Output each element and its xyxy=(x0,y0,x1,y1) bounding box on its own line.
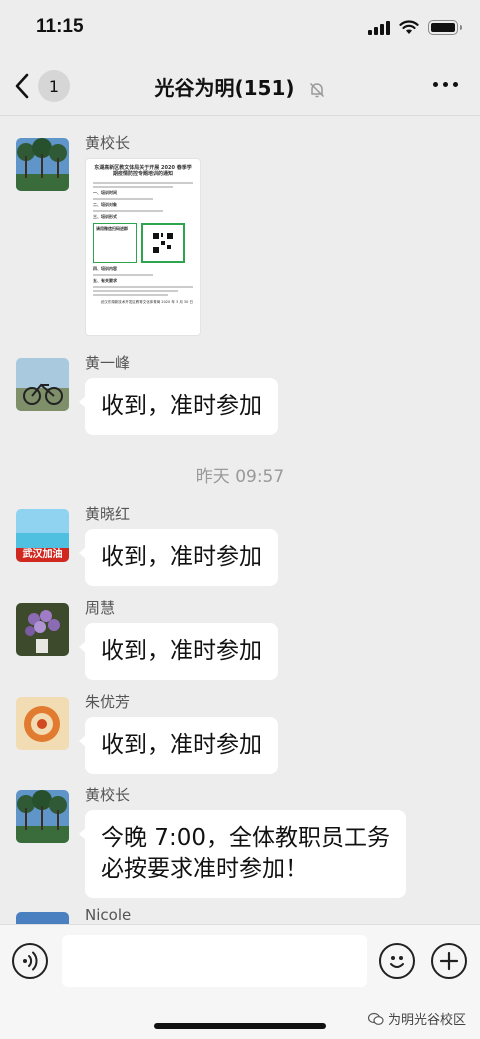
doc-title: 东湖高新区教文体局关于开展 2020 春季学期疫情防控专题培训的通知 xyxy=(94,165,192,177)
doc-section-4: 四、培训内容 xyxy=(93,266,117,271)
avatar-badge: 武汉加油 xyxy=(22,549,63,560)
message-bubble[interactable]: 收到，准时参加 xyxy=(79,623,278,680)
chat-title-wrap: 光谷为明(151) xyxy=(0,72,480,101)
message-bubble[interactable]: 收到，准时参加 xyxy=(79,717,278,774)
sender-name: 黄一峰 xyxy=(85,354,131,372)
sender-name: Nicole xyxy=(85,906,132,924)
document-image[interactable]: 东湖高新区教文体局关于开展 2020 春季学期疫情防控专题培训的通知 一、培训时… xyxy=(85,158,201,336)
bell-slash-icon xyxy=(309,82,324,97)
wifi-icon xyxy=(399,20,419,34)
avatar[interactable]: 武汉加油 xyxy=(16,509,69,562)
doc-section-5: 五、有关要求 xyxy=(93,278,117,283)
avatar[interactable] xyxy=(16,138,69,191)
message-bubble[interactable]: 今晚 7:00，全体教职员工务 必按要求准时参加！ xyxy=(79,810,406,898)
sender-name: 周慧 xyxy=(85,599,116,617)
watermark: 为明光谷校区 xyxy=(367,1009,466,1028)
home-indicator xyxy=(154,1023,326,1029)
message-input[interactable] xyxy=(62,935,367,987)
avatar[interactable] xyxy=(16,697,69,750)
doc-section-3: 三、培训形式 xyxy=(93,214,117,219)
time-divider: 昨天 09:57 xyxy=(195,467,285,487)
emoji-button[interactable] xyxy=(379,943,415,979)
doc-footer: 武汉东湖新技术开发区教育文化体育局 2020 年 3 月 30 日 xyxy=(100,300,193,304)
cellular-signal-icon xyxy=(368,20,390,35)
watermark-text: 为明光谷校区 xyxy=(387,1013,466,1028)
voice-button[interactable] xyxy=(12,943,48,979)
avatar[interactable] xyxy=(16,790,69,843)
plus-button[interactable] xyxy=(431,943,467,979)
status-icons xyxy=(368,20,462,35)
status-time: 11:15 xyxy=(36,16,84,37)
message-line: 今晚 7:00，全体教职员工务 xyxy=(101,825,390,851)
qr-code-icon xyxy=(141,223,185,263)
emoji-icon xyxy=(390,956,404,968)
plus-icon xyxy=(439,951,459,971)
sender-name: 黄校长 xyxy=(85,786,131,804)
message-bubble[interactable]: 收到，准时参加 xyxy=(79,378,278,435)
doc-section-1: 一、培训时间 xyxy=(93,190,117,195)
more-dots-icon[interactable] xyxy=(433,82,458,87)
battery-icon xyxy=(428,20,462,35)
sender-name: 黄校长 xyxy=(85,134,131,152)
message-bubble[interactable]: 收到，准时参加 xyxy=(79,529,278,586)
sender-name: 朱优芳 xyxy=(85,693,131,711)
avatar[interactable] xyxy=(16,603,69,656)
doc-section-2: 二、培训对象 xyxy=(93,202,117,207)
doc-qr-instructions: 请用微信扫码进群 xyxy=(93,223,137,263)
chat-header: 1 光谷为明(151) xyxy=(0,56,480,116)
voice-icon xyxy=(23,951,38,971)
message-line: 必按要求准时参加！ xyxy=(101,856,308,882)
wechat-icon xyxy=(367,1012,384,1025)
chat-title: 光谷为明(151) xyxy=(154,76,295,100)
sender-name: 黄晓红 xyxy=(85,505,131,523)
input-bar: 为明光谷校区 xyxy=(0,924,480,1039)
status-bar: 11:15 xyxy=(0,0,480,56)
avatar[interactable] xyxy=(16,358,69,411)
